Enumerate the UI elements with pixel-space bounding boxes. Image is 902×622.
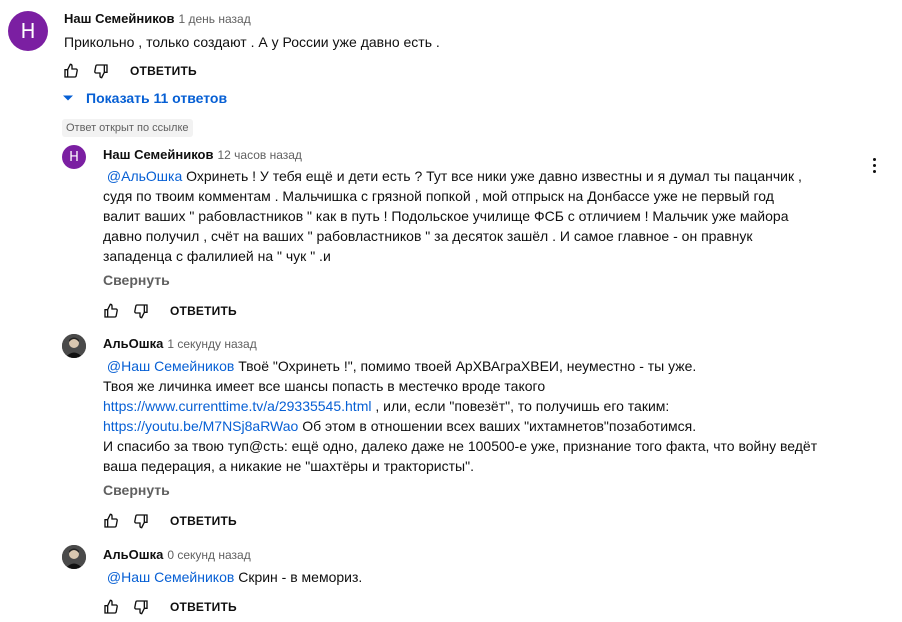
dislike-icon[interactable] xyxy=(130,596,152,618)
reply-text-line: Твоё "Охринеть !", помимо твоей АрХВАгра… xyxy=(234,358,697,374)
reply-header: АльОшка 1 секунду назад xyxy=(103,335,257,353)
reply-text-line: западенца с фалилией на " чук " .и xyxy=(103,248,331,264)
reply-text-line: Скрин - в мемориз. xyxy=(234,569,363,585)
reply-text-line: Твоя же личинка имеет все шансы попасть … xyxy=(103,378,546,394)
comment-time[interactable]: 0 секунд назад xyxy=(167,548,250,562)
avatar-letter: Н xyxy=(69,149,79,165)
chevron-down-icon xyxy=(63,95,73,101)
reply-actions: ОТВЕТИТЬ xyxy=(100,596,237,618)
reply-button[interactable]: ОТВЕТИТЬ xyxy=(170,304,237,318)
collapse-button[interactable]: Свернуть xyxy=(103,482,170,498)
comment-time[interactable]: 1 секунду назад xyxy=(167,337,256,351)
reply-text-line: , или, если "повезёт", то получишь его т… xyxy=(371,398,670,414)
reply-header: Наш Семейников 12 часов назад xyxy=(103,146,302,164)
author-name[interactable]: АльОшка xyxy=(103,336,163,351)
avatar-image xyxy=(62,545,86,569)
comment-header: Наш Семейников 1 день назад xyxy=(64,10,251,28)
external-link[interactable]: https://www.currenttime.tv/a/29335545.ht… xyxy=(103,398,371,414)
reply-text: @Наш Семейников Твоё "Охринеть !", помим… xyxy=(103,356,817,476)
reply-text: @АльОшка Охринеть ! У тебя ещё и дети ес… xyxy=(103,166,802,266)
comment-actions: ОТВЕТИТЬ xyxy=(60,60,197,82)
mention-link[interactable]: @Наш Семейников xyxy=(107,358,234,374)
like-icon[interactable] xyxy=(100,510,122,532)
dislike-icon[interactable] xyxy=(130,510,152,532)
external-link[interactable]: https://youtu.be/M7NSj8aRWao xyxy=(103,418,298,434)
avatar[interactable]: Н xyxy=(8,11,48,51)
avatar[interactable]: Н xyxy=(62,145,86,169)
avatar[interactable] xyxy=(62,545,86,569)
more-options-icon[interactable] xyxy=(864,155,884,175)
avatar[interactable] xyxy=(62,334,86,358)
dislike-icon[interactable] xyxy=(90,60,112,82)
like-icon[interactable] xyxy=(100,300,122,322)
reply-button[interactable]: ОТВЕТИТЬ xyxy=(130,64,197,78)
reply-actions: ОТВЕТИТЬ xyxy=(100,510,237,532)
author-name[interactable]: Наш Семейников xyxy=(64,11,174,26)
reply-text-line: давно получил , счёт на ваших " рабовлас… xyxy=(103,228,753,244)
author-name[interactable]: Наш Семейников xyxy=(103,147,213,162)
reply-text-line: валит ваших " рабовластников " как в пут… xyxy=(103,208,789,224)
avatar-letter: Н xyxy=(20,19,36,43)
show-replies-button[interactable]: Показать 11 ответов xyxy=(62,90,227,106)
comment-text: Прикольно , только создают . А у России … xyxy=(64,34,440,50)
like-icon[interactable] xyxy=(100,596,122,618)
like-icon[interactable] xyxy=(60,60,82,82)
reply-text-line: Об этом в отношении всех ваших "ихтамнет… xyxy=(298,418,697,434)
comment-time[interactable]: 1 день назад xyxy=(178,12,250,26)
collapse-button[interactable]: Свернуть xyxy=(103,272,170,288)
reply-actions: ОТВЕТИТЬ xyxy=(100,300,237,322)
reply-text-line: Охринеть ! У тебя ещё и дети есть ? Тут … xyxy=(182,168,802,184)
reply-text-line: судя по твоим комментам . Мальчишка с гр… xyxy=(103,188,774,204)
dislike-icon[interactable] xyxy=(130,300,152,322)
author-name[interactable]: АльОшка xyxy=(103,547,163,562)
avatar-image xyxy=(62,334,86,358)
show-replies-label: Показать 11 ответов xyxy=(86,90,228,106)
reply-button[interactable]: ОТВЕТИТЬ xyxy=(170,514,237,528)
reply-text: @Наш Семейников Скрин - в мемориз. xyxy=(103,567,362,587)
mention-link[interactable]: @АльОшка xyxy=(107,168,182,184)
highlighted-reply-badge: Ответ открыт по ссылке xyxy=(62,119,193,137)
reply-text-line: ваша педерация, а никакие не "шахтёры и … xyxy=(103,458,474,474)
reply-button[interactable]: ОТВЕТИТЬ xyxy=(170,600,237,614)
reply-header: АльОшка 0 секунд назад xyxy=(103,546,251,564)
reply-text-line: И спасибо за твою туп@сть: ещё одно, дал… xyxy=(103,438,818,454)
mention-link[interactable]: @Наш Семейников xyxy=(107,569,234,585)
comment-time[interactable]: 12 часов назад xyxy=(217,148,301,162)
